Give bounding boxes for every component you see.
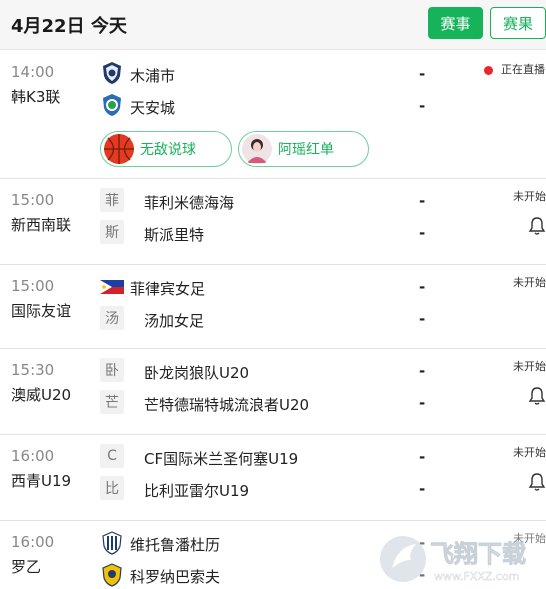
away-team-name: 斯派里特 bbox=[144, 226, 205, 244]
home-team-placeholder-icon: 卧 bbox=[100, 358, 124, 382]
home-team-crest-icon bbox=[99, 60, 125, 86]
match-status: 正在直播 bbox=[501, 63, 545, 76]
league-name: 西青U19 bbox=[11, 472, 72, 490]
league-name: 韩K3联 bbox=[11, 88, 61, 106]
home-team-name: 维托鲁潘杜历 bbox=[130, 536, 221, 554]
home-team-name: 菲利米德海海 bbox=[144, 194, 235, 212]
anchor-name: 阿瑶红单 bbox=[278, 142, 334, 158]
home-team-name: 卧龙岗狼队U20 bbox=[144, 364, 250, 382]
date-header: 4月22日 今天 赛事 赛果 bbox=[0, 0, 546, 50]
schedule-button[interactable]: 赛事 bbox=[428, 7, 483, 39]
away-team-placeholder-icon: 比 bbox=[100, 476, 124, 500]
away-team-crest-icon bbox=[99, 92, 125, 118]
results-button[interactable]: 赛果 bbox=[490, 7, 546, 39]
basketball-avatar-icon bbox=[104, 134, 134, 164]
bell-icon[interactable] bbox=[528, 216, 546, 236]
league-name: 国际友谊 bbox=[11, 302, 72, 320]
away-team-name: 科罗纳巴索夫 bbox=[130, 568, 221, 586]
match-row[interactable]: 15:30 澳威U20 卧 卧龙岗狼队U20 - 芒 芒特德瑞特城流浪者U20 … bbox=[0, 349, 546, 435]
away-score: - bbox=[419, 224, 426, 242]
away-score: - bbox=[419, 480, 426, 498]
home-score: - bbox=[419, 362, 426, 380]
league-name: 澳威U20 bbox=[11, 386, 72, 404]
home-team-placeholder-icon: 菲 bbox=[100, 188, 124, 212]
away-team-name: 天安城 bbox=[130, 99, 176, 117]
home-score: - bbox=[419, 448, 426, 466]
page-title: 4月22日 今天 bbox=[11, 16, 127, 37]
match-row[interactable]: 15:00 新西南联 菲 菲利米德海海 - 斯 斯派里特 - 未开始 bbox=[0, 179, 546, 265]
match-row[interactable]: 16:00 西青U19 C CF国际米兰圣何塞U19 - 比 比利亚雷尔U19 … bbox=[0, 435, 546, 521]
away-team-placeholder-icon: 芒 bbox=[100, 390, 124, 414]
match-row[interactable]: 14:00 韩K3联 木浦市 - 天安城 - 无敌说球 阿瑶红单 bbox=[0, 51, 546, 179]
away-score: - bbox=[419, 97, 426, 115]
live-indicator-icon bbox=[484, 66, 493, 75]
watermark-brand: 飞翔下载 bbox=[430, 540, 526, 568]
home-score: - bbox=[419, 192, 426, 210]
away-team-name: 比利亚雷尔U19 bbox=[144, 482, 250, 500]
anchor-stream-button[interactable]: 阿瑶红单 bbox=[238, 131, 369, 167]
match-time: 16:00 bbox=[11, 533, 55, 551]
away-team-name: 芒特德瑞特城流浪者U20 bbox=[144, 396, 310, 414]
league-name: 新西南联 bbox=[11, 216, 72, 234]
away-team-crest-icon bbox=[99, 562, 125, 588]
match-time: 15:30 bbox=[11, 361, 55, 379]
watermark-logo: 飞翔下载 www.FXXZ.com bbox=[378, 530, 546, 589]
match-status: 未开始 bbox=[513, 446, 546, 459]
home-score: - bbox=[419, 65, 426, 83]
away-score: - bbox=[419, 310, 426, 328]
bell-icon[interactable] bbox=[528, 472, 546, 492]
home-score: - bbox=[419, 278, 426, 296]
match-status: 未开始 bbox=[513, 360, 546, 373]
anchor-name: 无敌说球 bbox=[140, 142, 196, 158]
home-team-name: 菲律宾女足 bbox=[130, 280, 206, 298]
match-time: 15:00 bbox=[11, 277, 55, 295]
anchor-stream-button[interactable]: 无敌说球 bbox=[100, 131, 232, 167]
home-team-name: 木浦市 bbox=[130, 67, 176, 85]
watermark-url: www.FXXZ.com bbox=[434, 570, 519, 583]
match-time: 16:00 bbox=[11, 447, 55, 465]
user-avatar-icon bbox=[242, 134, 272, 164]
away-score: - bbox=[419, 394, 426, 412]
philippines-flag-icon bbox=[99, 274, 125, 300]
match-status: 未开始 bbox=[513, 190, 546, 203]
match-time: 15:00 bbox=[11, 191, 55, 209]
league-name: 罗乙 bbox=[11, 558, 42, 576]
home-team-placeholder-icon: C bbox=[100, 444, 124, 468]
bell-icon[interactable] bbox=[528, 386, 546, 406]
home-team-name: CF国际米兰圣何塞U19 bbox=[144, 450, 299, 468]
away-team-placeholder-icon: 汤 bbox=[100, 306, 124, 330]
away-team-name: 汤加女足 bbox=[144, 312, 205, 330]
away-team-placeholder-icon: 斯 bbox=[100, 220, 124, 244]
match-time: 14:00 bbox=[11, 63, 55, 81]
home-team-crest-icon bbox=[99, 530, 125, 556]
match-row[interactable]: 15:00 国际友谊 菲律宾女足 - 汤 汤加女足 - 未开始 bbox=[0, 265, 546, 349]
match-status: 未开始 bbox=[513, 276, 546, 289]
